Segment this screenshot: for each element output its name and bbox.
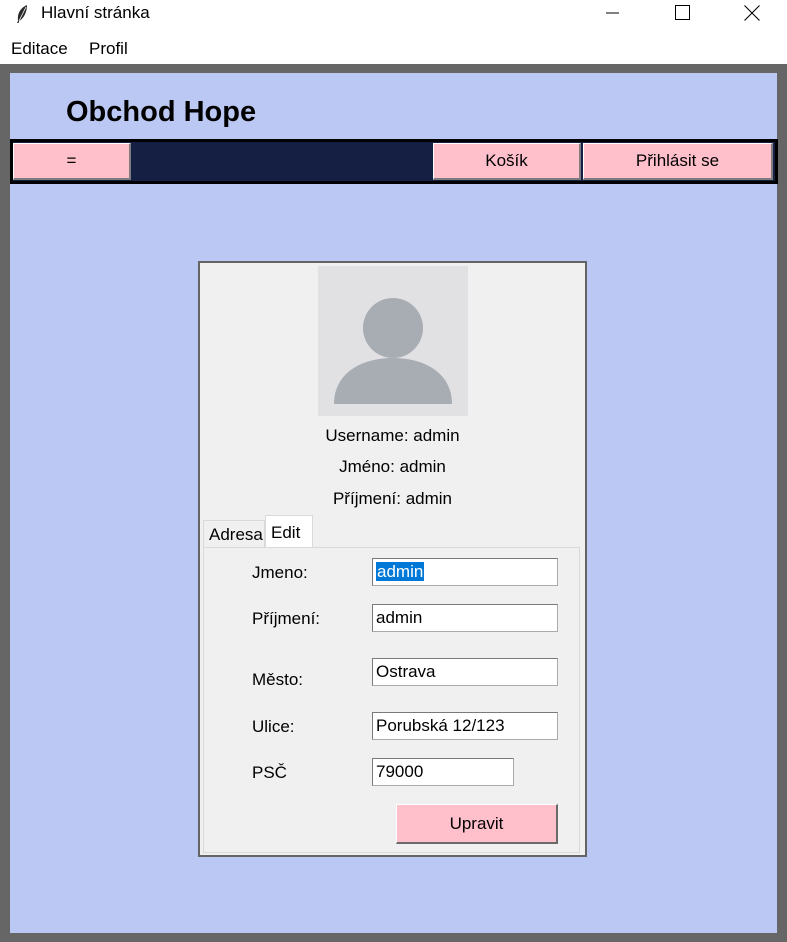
shop-title: Obchod Hope	[66, 96, 257, 128]
nav-bar-inner: = Košík Přihlásit se	[13, 142, 775, 181]
menu-bar: Editace Profil	[0, 33, 787, 63]
name-label: Jméno: admin	[339, 457, 446, 476]
city-label: Město:	[252, 670, 304, 689]
minimize-button[interactable]	[588, 0, 636, 30]
maximize-icon	[674, 5, 690, 25]
surname-label: Příjmení: admin	[332, 489, 453, 508]
first-name-input[interactable]: admin	[372, 558, 558, 586]
street-input[interactable]: Porubská 12/123	[372, 712, 558, 740]
user-avatar-icon	[318, 266, 468, 416]
tab-edit[interactable]: Edit	[265, 515, 313, 550]
close-icon	[744, 4, 760, 26]
menu-item-profil[interactable]: Profil	[89, 39, 128, 59]
tab-adresa[interactable]: Adresa	[203, 520, 265, 550]
edit-tab-panel: Jmeno: admin Příjmení: admin Město: Ostr…	[203, 547, 580, 853]
postal-code-label: PSČ	[252, 763, 287, 782]
postal-code-input[interactable]: 79000	[372, 758, 514, 786]
last-name-label: Příjmení:	[252, 609, 321, 628]
close-button[interactable]	[728, 0, 776, 30]
main-panel: Obchod Hope = Košík Přihlásit se Usernam…	[10, 73, 778, 933]
last-name-input[interactable]: admin	[372, 604, 558, 632]
first-name-value: admin	[376, 562, 425, 581]
maximize-button[interactable]	[658, 0, 706, 30]
minimize-icon	[605, 6, 619, 25]
update-button[interactable]: Upravit	[396, 804, 558, 844]
menu-toggle-button[interactable]: =	[13, 143, 131, 180]
title-bar: Hlavní stránka	[0, 0, 787, 30]
profile-card: Username: admin Jméno: admin Příjmení: a…	[198, 261, 587, 857]
window-title: Hlavní stránka	[41, 3, 150, 22]
street-label: Ulice:	[252, 717, 295, 736]
feather-icon	[14, 4, 30, 24]
menu-item-editace[interactable]: Editace	[11, 39, 68, 59]
nav-bar: = Košík Přihlásit se	[10, 139, 778, 184]
cart-button[interactable]: Košík	[433, 143, 581, 180]
username-label: Username: admin	[325, 426, 460, 445]
window-frame: Obchod Hope = Košík Přihlásit se Usernam…	[0, 64, 787, 942]
login-button[interactable]: Přihlásit se	[583, 143, 773, 180]
city-input[interactable]: Ostrava	[372, 658, 558, 686]
first-name-label: Jmeno:	[252, 563, 308, 582]
